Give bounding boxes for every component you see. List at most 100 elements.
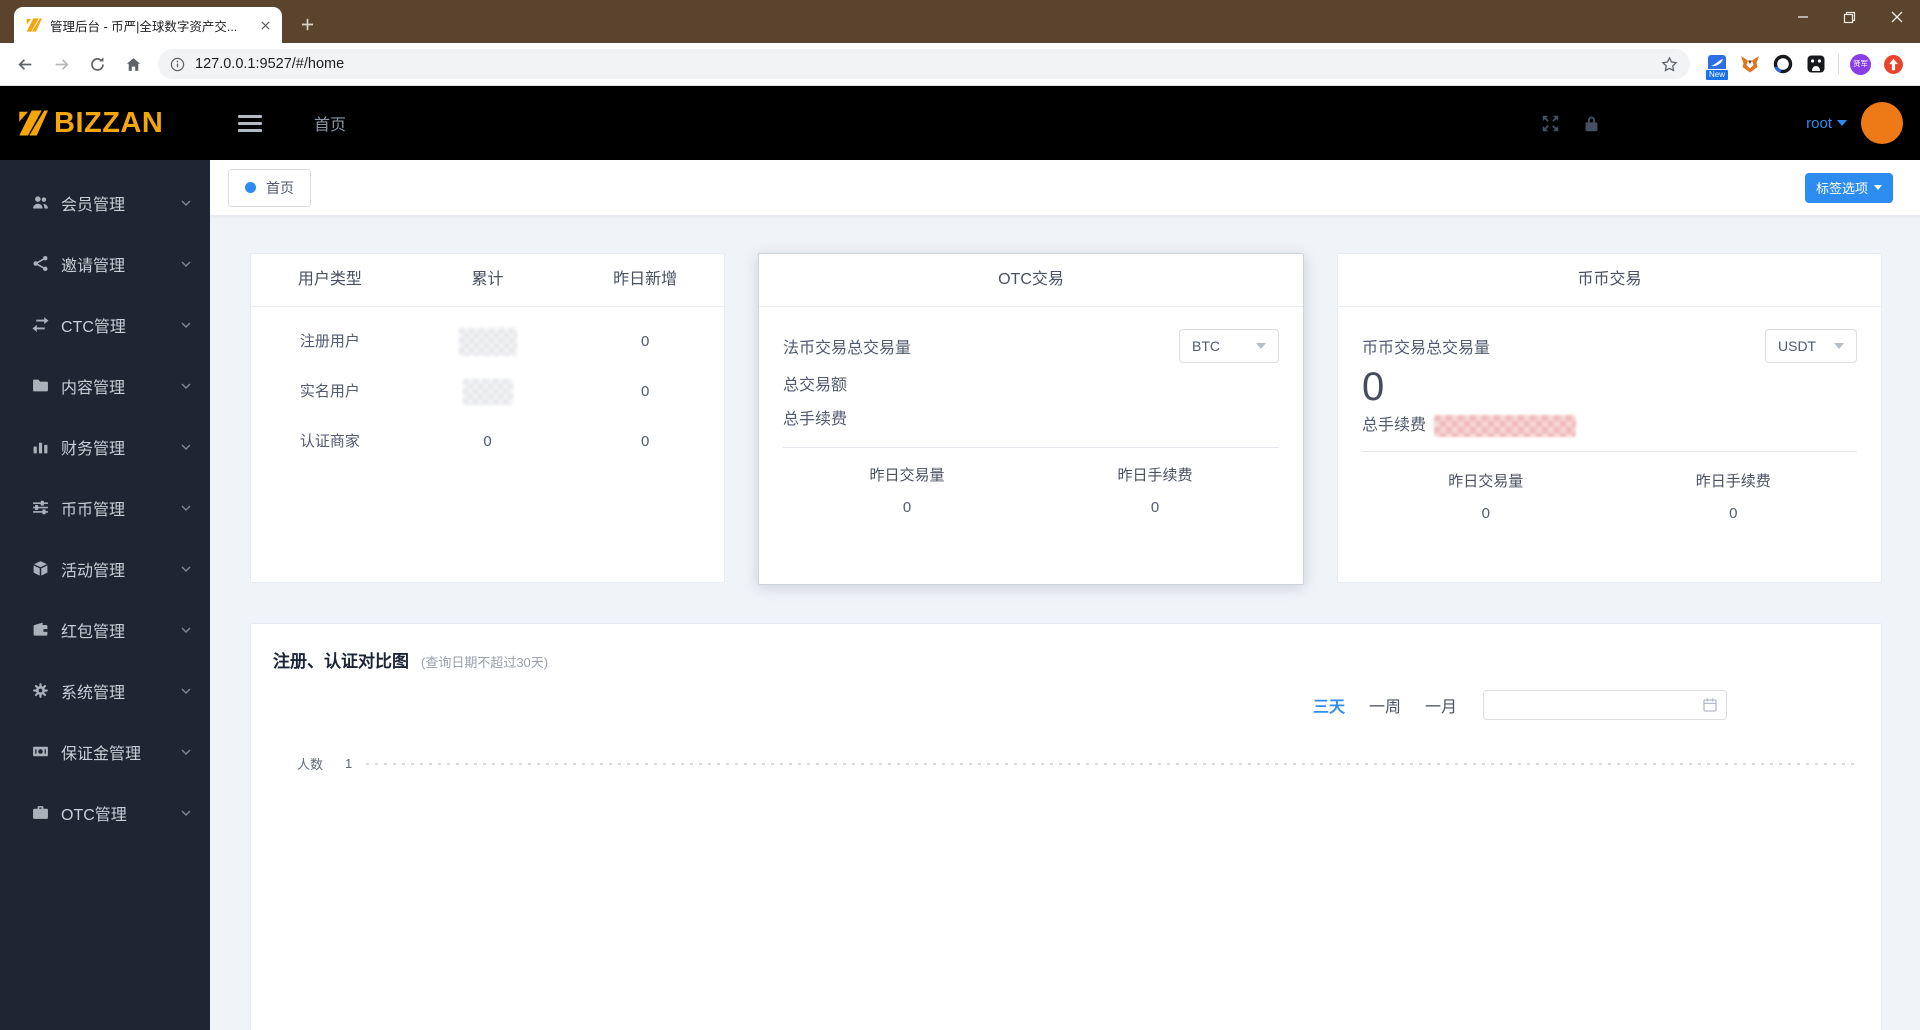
- sidebar-item-content[interactable]: 内容管理: [0, 355, 210, 416]
- row-label: 注册用户: [299, 333, 360, 350]
- dark-extension-icon[interactable]: [1805, 53, 1827, 75]
- selected-currency: BTC: [1192, 338, 1220, 354]
- lock-icon[interactable]: [1582, 114, 1601, 133]
- divider: [783, 447, 1279, 448]
- site-info-icon[interactable]: [170, 57, 185, 72]
- range-three-days[interactable]: 三天: [1313, 693, 1345, 717]
- chevron-down-icon: [180, 563, 192, 575]
- extension-new-badge: New: [1704, 69, 1730, 81]
- date-input[interactable]: [1494, 697, 1702, 713]
- main: 会员管理 邀请管理 CTC管理 内容管理 财务管理 币币管理 活动管理 红包管理…: [0, 160, 1920, 1030]
- reload-button-icon[interactable]: [82, 49, 112, 79]
- tab-home[interactable]: 首页: [228, 168, 311, 207]
- otc-fee-label: 总手续费: [783, 411, 848, 428]
- redacted-value: [462, 379, 513, 406]
- sidebar-item-otc[interactable]: OTC管理: [0, 782, 210, 843]
- chevron-down-icon: [180, 441, 192, 453]
- range-one-week[interactable]: 一周: [1369, 693, 1401, 717]
- new-tab-button[interactable]: [292, 9, 322, 39]
- sidebar-item-label: OTC管理: [61, 806, 127, 824]
- coin-volume-label: 币币交易总交易量: [1362, 340, 1491, 357]
- user-menu[interactable]: root: [1806, 115, 1847, 132]
- sidebar-item-members[interactable]: 会员管理: [0, 172, 210, 233]
- sidebar-item-label: 会员管理: [61, 196, 126, 214]
- sidebar-item-coin[interactable]: 币币管理: [0, 477, 210, 538]
- yesterday-volume-value: 0: [1481, 505, 1490, 522]
- yesterday-fee-label: 昨日手续费: [1695, 473, 1771, 490]
- logo[interactable]: BIZZAN: [0, 107, 210, 140]
- url-bar[interactable]: 127.0.0.1:9527/#/home: [158, 49, 1690, 79]
- fullscreen-icon[interactable]: [1541, 114, 1560, 133]
- row-yesterday: 0: [641, 433, 650, 450]
- extensions-area: New 贤军: [1700, 53, 1910, 81]
- restore-button[interactable]: [1826, 0, 1873, 34]
- stats-row: 用户类型 累计 昨日新增 注册用户 0 实名用户 0 认证商家 0 0 OTC交…: [250, 253, 1882, 585]
- close-window-button[interactable]: [1873, 0, 1920, 34]
- otc-trade-card: OTC交易 法币交易总交易量 BTC 总交易额 总手续费 昨日交易量 昨日手续费…: [758, 253, 1304, 585]
- tab-close-icon[interactable]: [256, 16, 274, 34]
- chevron-down-icon: [1256, 343, 1266, 349]
- chart-axis: 人数 1: [273, 754, 1857, 773]
- tags-bar: 首页 标签选项: [210, 160, 1920, 216]
- yesterday-fee-label: 昨日手续费: [1117, 467, 1193, 484]
- otc-currency-select[interactable]: BTC: [1179, 329, 1279, 363]
- sidebar-item-finance[interactable]: 财务管理: [0, 416, 210, 477]
- home-button-icon[interactable]: [118, 49, 148, 79]
- purple-profile-badge[interactable]: 贤军: [1850, 53, 1871, 75]
- yesterday-volume-label: 昨日交易量: [1448, 473, 1524, 490]
- url-text[interactable]: 127.0.0.1:9527/#/home: [195, 56, 1651, 72]
- sidebar-item-margin[interactable]: 保证金管理: [0, 721, 210, 782]
- sidebar-item-label: 币币管理: [61, 501, 126, 519]
- tab-title: 管理后台 - 币严|全球数字资产交...: [50, 19, 238, 34]
- sidebar-toggle-icon[interactable]: [238, 114, 262, 132]
- sidebar-item-invites[interactable]: 邀请管理: [0, 233, 210, 294]
- chevron-down-icon: [180, 319, 192, 331]
- yesterday-volume-label: 昨日交易量: [869, 467, 945, 484]
- y-axis-name: 人数: [297, 757, 324, 772]
- minimize-button[interactable]: [1779, 0, 1826, 34]
- browser-tab[interactable]: 管理后台 - 币严|全球数字资产交...: [14, 7, 282, 43]
- row-total: 0: [483, 433, 492, 450]
- chevron-down-icon: [1834, 343, 1844, 349]
- metamask-extension-icon[interactable]: [1739, 53, 1761, 75]
- col-user-type: 用户类型: [297, 271, 362, 288]
- header-nav-home[interactable]: 首页: [314, 111, 346, 135]
- redacted-value: [458, 328, 517, 357]
- sidebar-item-label: 活动管理: [61, 562, 126, 580]
- sidebar-item-system[interactable]: 系统管理: [0, 660, 210, 721]
- calendar-icon: [1702, 697, 1718, 713]
- chevron-down-icon: [180, 258, 192, 270]
- forward-button-icon[interactable]: [46, 49, 76, 79]
- coin-total-volume: 0: [1362, 365, 1385, 409]
- chevron-down-icon: [180, 197, 192, 209]
- sidebar-item-redpacket[interactable]: 红包管理: [0, 599, 210, 660]
- wallet-icon: [32, 621, 49, 638]
- range-one-month[interactable]: 一月: [1425, 693, 1457, 717]
- purple-profile-label: 贤军: [1853, 59, 1868, 69]
- favicon-bizzan-icon: [26, 17, 42, 33]
- row-total-redacted: [409, 327, 567, 357]
- divider: [1362, 451, 1857, 452]
- red-extension-icon[interactable]: [1882, 53, 1904, 75]
- user-table-header: 用户类型 累计 昨日新增: [251, 254, 724, 307]
- table-row: 注册用户 0: [251, 327, 724, 357]
- sidebar-item-ctc[interactable]: CTC管理: [0, 294, 210, 355]
- sidebar-item-label: 红包管理: [61, 623, 126, 641]
- extension-blue-icon[interactable]: New: [1704, 53, 1730, 81]
- chevron-down-icon: [1874, 185, 1882, 190]
- avatar[interactable]: [1861, 102, 1903, 144]
- row-label: 认证商家: [299, 433, 360, 450]
- coin-currency-select[interactable]: USDT: [1765, 329, 1857, 363]
- logo-text: BIZZAN: [54, 106, 164, 139]
- chart-subtitle: (查询日期不超过30天): [421, 655, 549, 670]
- window-controls: [1779, 0, 1920, 34]
- sidebar-item-activity[interactable]: 活动管理: [0, 538, 210, 599]
- tag-options-button[interactable]: 标签选项: [1804, 172, 1893, 203]
- yesterday-fee-value: 0: [1729, 505, 1738, 522]
- col-total: 累计: [471, 271, 504, 288]
- date-range-picker[interactable]: [1483, 690, 1727, 720]
- ring-extension-icon[interactable]: [1772, 53, 1794, 75]
- back-button-icon[interactable]: [10, 49, 40, 79]
- col-yesterday: 昨日新增: [613, 271, 678, 288]
- bookmark-star-icon[interactable]: [1661, 55, 1678, 73]
